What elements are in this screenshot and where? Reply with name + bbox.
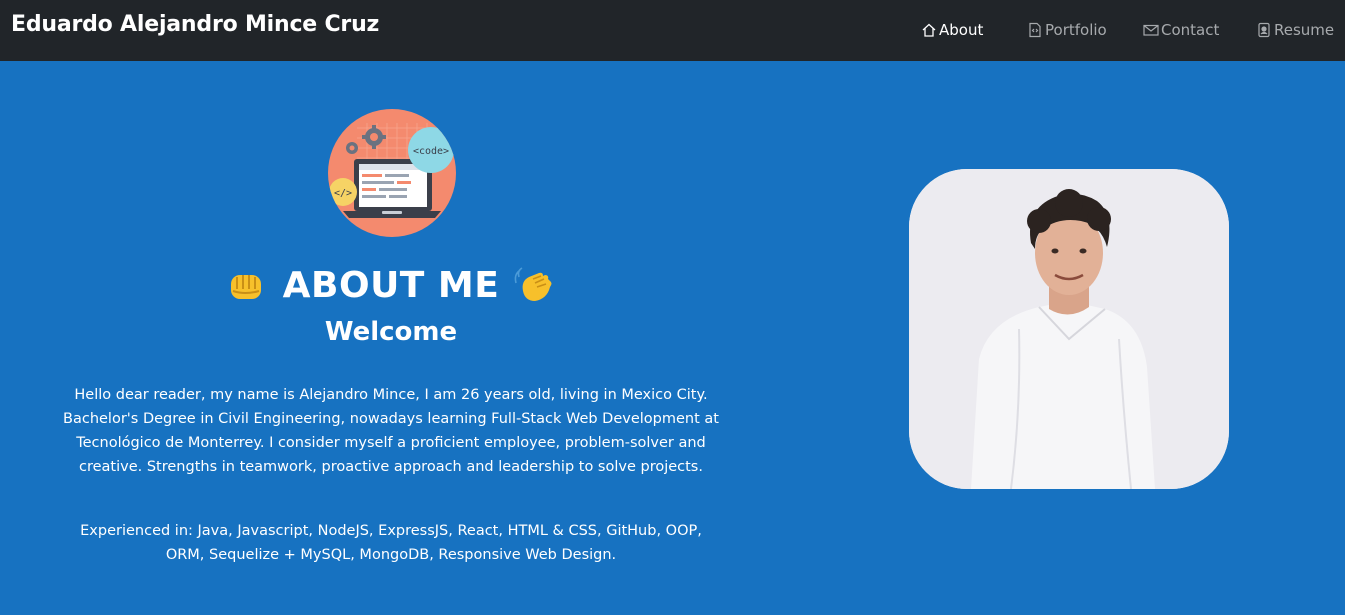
- nav-label-portfolio: Portfolio: [1045, 21, 1107, 39]
- nav-link-contact[interactable]: Contact: [1143, 20, 1219, 40]
- brand-name[interactable]: Eduardo Alejandro Mince Cruz: [11, 12, 379, 37]
- logo-code-text: <code>: [413, 146, 449, 157]
- person-badge-icon: [1256, 22, 1272, 38]
- navbar: Eduardo Alejandro Mince Cruz About Portf…: [0, 0, 1345, 61]
- file-code-icon: [1027, 22, 1043, 38]
- nav-label-resume: Resume: [1274, 21, 1335, 39]
- nav-link-portfolio[interactable]: Portfolio: [1027, 20, 1107, 40]
- waving-hand-emoji: [513, 263, 557, 307]
- nav-label-about: About: [939, 21, 984, 39]
- nav-label-contact: Contact: [1161, 21, 1220, 39]
- nav-link-resume[interactable]: Resume: [1256, 20, 1334, 40]
- logo-tag-text: </>: [334, 188, 352, 199]
- about-skills: Experienced in: Java, Javascript, NodeJS…: [80, 523, 702, 563]
- envelope-icon: [1143, 22, 1159, 38]
- about-subtitle: Welcome: [324, 317, 458, 347]
- about-heading: ABOUT ME: [40, 263, 742, 307]
- about-bio: Hello dear reader, my name is Alejandro …: [63, 387, 719, 475]
- profile-photo: [909, 169, 1229, 489]
- code-laptop-illustration: <code> </>: [327, 108, 457, 238]
- nav-link-about[interactable]: About: [921, 20, 983, 40]
- about-title: ABOUT ME: [282, 264, 500, 306]
- about-section: <code> </> ABOUT ME Welcome Hello dear r…: [40, 61, 742, 615]
- fist-bump-emoji: [225, 263, 269, 307]
- house-icon: [921, 22, 937, 38]
